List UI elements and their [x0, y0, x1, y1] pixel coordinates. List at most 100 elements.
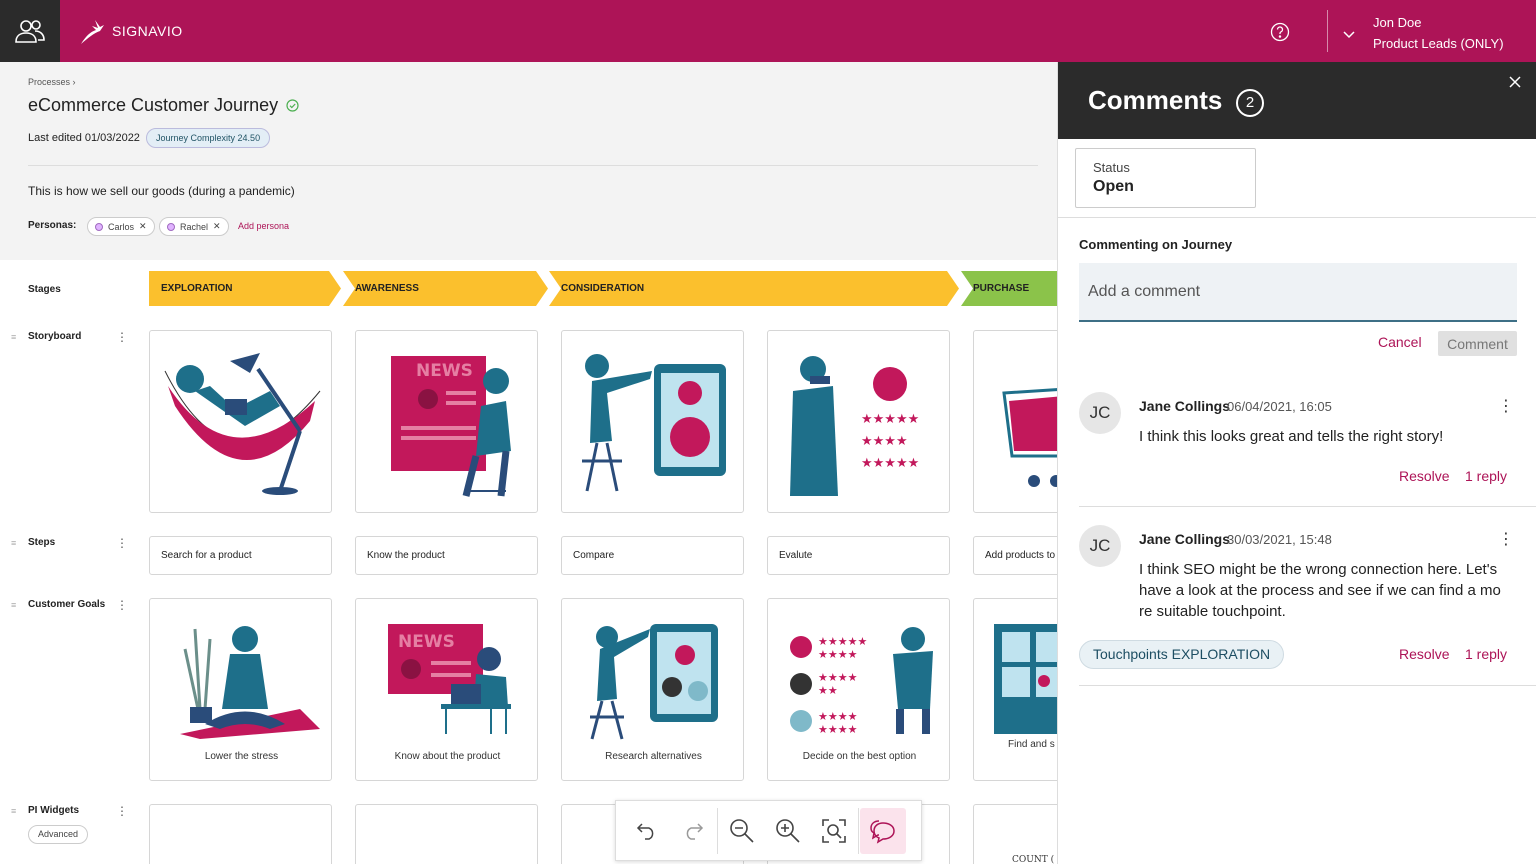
step-card[interactable]: Know the product: [355, 536, 538, 575]
comment-text: I think this looks great and tells the r…: [1139, 428, 1444, 445]
lane-label-goals: Customer Goals: [28, 599, 106, 610]
goal-caption: Decide on the best option: [802, 751, 917, 762]
drag-handle-icon[interactable]: ≡: [11, 806, 16, 816]
signavio-deer-icon: [81, 20, 104, 44]
svg-text:★★★★★: ★★★★★: [861, 456, 919, 471]
widget-card[interactable]: [149, 804, 332, 864]
goal-card-2[interactable]: NEWS Know about the product: [355, 598, 538, 781]
lane-menu-icon[interactable]: ⋮: [116, 804, 128, 818]
svg-text:NEWS: NEWS: [398, 632, 455, 652]
replies-link[interactable]: 1 reply: [1465, 468, 1507, 484]
complexity-value: 24.50: [237, 133, 261, 143]
close-panel-button[interactable]: [1508, 75, 1522, 94]
replies-link[interactable]: 1 reply: [1465, 646, 1507, 662]
fit-screen-button[interactable]: [811, 808, 857, 854]
stage-purchase[interactable]: PURCHASE: [961, 271, 1071, 306]
zoom-in-icon: [776, 818, 800, 843]
zoom-out-icon: [730, 818, 754, 843]
touchpoint-tag[interactable]: Touchpoints EXPLORATION: [1079, 640, 1285, 669]
lane-menu-icon[interactable]: ⋮: [116, 330, 128, 344]
toolbar-divider: [858, 807, 859, 854]
redo-icon: [686, 822, 704, 840]
breadcrumb-processes[interactable]: Processes: [28, 77, 70, 87]
lane-label-steps: Steps: [28, 537, 56, 548]
widget-label: COUNT (: [1012, 855, 1055, 864]
goal-card-3[interactable]: Research alternatives: [561, 598, 744, 781]
panel-divider: [1058, 217, 1536, 218]
svg-text:★★★★: ★★★★: [818, 648, 858, 661]
remove-icon[interactable]: ✕: [213, 221, 221, 232]
lane-menu-icon[interactable]: ⋮: [116, 598, 128, 612]
brand-logo[interactable]: SIGNAVIO: [78, 16, 183, 46]
persona-chip-rachel[interactable]: Rachel ✕: [159, 217, 229, 236]
drag-handle-icon[interactable]: ≡: [11, 600, 16, 610]
comments-toggle-button[interactable]: [860, 807, 906, 854]
goal-caption: Lower the stress: [204, 751, 279, 762]
resolve-link[interactable]: Resolve: [1399, 646, 1450, 662]
storyboard-card-1[interactable]: [149, 330, 332, 513]
stage-label: EXPLORATION: [161, 283, 233, 294]
help-button[interactable]: [1270, 22, 1290, 47]
page-title-wrap: eCommerce Customer Journey: [28, 95, 299, 116]
lane-label-widgets: PI Widgets: [28, 805, 80, 816]
persona-dot: [167, 222, 175, 231]
breadcrumb[interactable]: Processes ›: [28, 77, 76, 87]
cancel-button[interactable]: Cancel: [1378, 334, 1422, 350]
persona-chip-carlos[interactable]: Carlos ✕: [87, 217, 155, 236]
tag-value: EXPLORATION: [1171, 646, 1271, 662]
step-card[interactable]: Search for a product: [149, 536, 332, 575]
top-bar: SIGNAVIO Jon Doe Product Leads (ONLY): [0, 0, 1536, 62]
lane-menu-icon[interactable]: ⋮: [116, 536, 128, 550]
journey-description: This is how we sell our goods (during a …: [28, 184, 295, 198]
stage-awareness[interactable]: AWARENESS: [343, 271, 548, 306]
redo-button[interactable]: [670, 808, 716, 854]
goal-card-1[interactable]: Lower the stress: [149, 598, 332, 781]
stage-label: PURCHASE: [973, 283, 1030, 294]
undo-icon: [636, 822, 654, 840]
zoom-out-button[interactable]: [719, 808, 765, 854]
svg-text:★★: ★★: [818, 684, 838, 697]
user-menu[interactable]: Jon Doe Product Leads (ONLY): [1373, 12, 1504, 54]
step-card[interactable]: Evalute: [767, 536, 950, 575]
advanced-badge[interactable]: Advanced: [28, 825, 89, 844]
canvas-toolbar: [615, 800, 922, 861]
lane-label-storyboard: Storyboard: [28, 331, 82, 342]
users-button[interactable]: [0, 0, 60, 62]
comment-menu-icon[interactable]: ⋮: [1498, 529, 1514, 549]
close-icon: [1509, 76, 1521, 88]
step-card[interactable]: Compare: [561, 536, 744, 575]
newspaper-reader-illustration: NEWS: [391, 356, 511, 497]
comment-menu-icon[interactable]: ⋮: [1498, 396, 1514, 416]
resolve-link[interactable]: Resolve: [1399, 468, 1450, 484]
brand-name: SIGNAVIO: [112, 23, 183, 39]
add-comment-input[interactable]: [1079, 263, 1517, 322]
remove-icon[interactable]: ✕: [139, 221, 147, 232]
zoom-in-button[interactable]: [765, 808, 811, 854]
users-icon: [15, 20, 45, 43]
drag-handle-icon[interactable]: ≡: [11, 332, 16, 342]
storyboard-card-2[interactable]: NEWS: [355, 330, 538, 513]
storyboard-card-3[interactable]: [561, 330, 744, 513]
journey-header: [0, 62, 1057, 260]
comment-author: Jane Collings: [1139, 531, 1231, 547]
stage-consideration[interactable]: CONSIDERATION: [549, 271, 959, 306]
undo-button[interactable]: [624, 808, 670, 854]
status-selector[interactable]: Status Open: [1075, 148, 1256, 208]
comment-text: I think SEO might be the wrong connectio…: [1139, 561, 1501, 620]
drag-handle-icon[interactable]: ≡: [11, 538, 16, 548]
goal-card-4[interactable]: ★★★★★ ★★★★ ★★★★ ★★ ★★★★ ★★★★ Decide on the …: [767, 598, 950, 781]
status-label: Status: [1093, 160, 1130, 175]
submit-comment-button[interactable]: Comment: [1438, 331, 1517, 356]
add-persona-link[interactable]: Add persona: [238, 221, 289, 231]
stage-exploration[interactable]: EXPLORATION: [149, 271, 341, 306]
storyboard-card-4[interactable]: ★★★★★ ★★★★ ★★★★★: [767, 330, 950, 513]
user-menu-toggle[interactable]: [1343, 26, 1355, 44]
tag-label: Touchpoints: [1093, 646, 1168, 662]
topbar-divider: [1327, 10, 1328, 52]
help-icon: [1270, 22, 1290, 42]
commenting-on-label: Commenting on Journey: [1079, 237, 1233, 252]
svg-text:★★★★★: ★★★★★: [818, 635, 867, 648]
breadcrumb-chevron-icon: ›: [72, 77, 76, 87]
widget-card[interactable]: [355, 804, 538, 864]
comments-count-badge: 2: [1236, 89, 1264, 117]
